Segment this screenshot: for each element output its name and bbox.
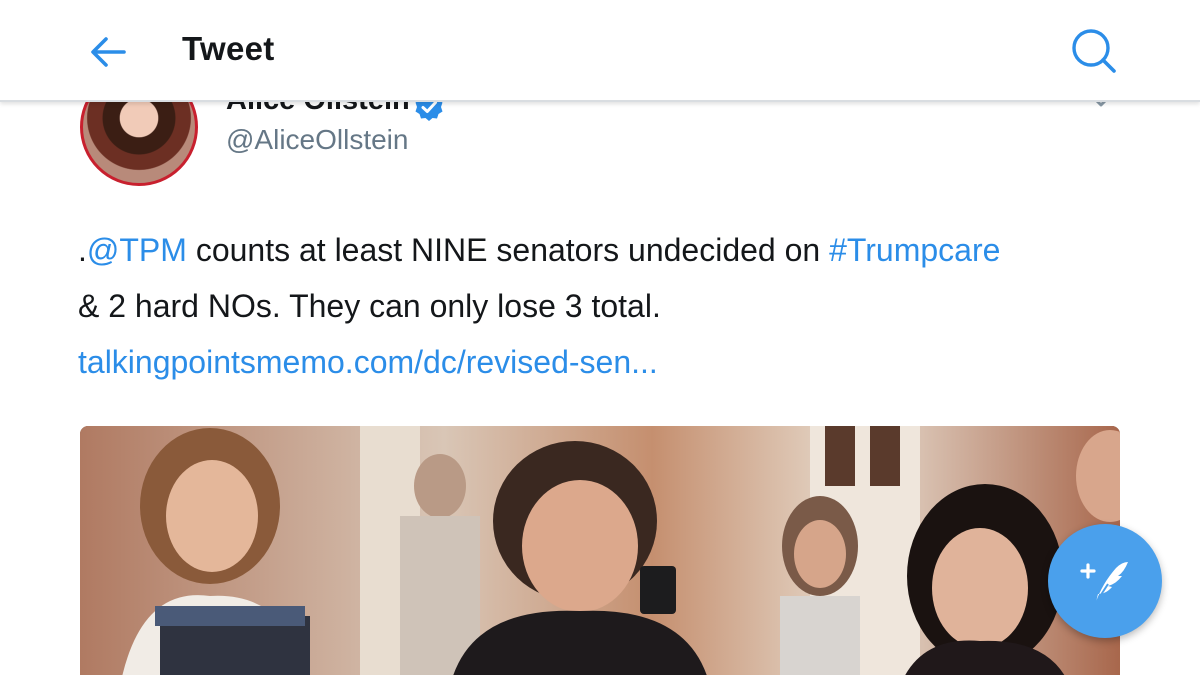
author-handle[interactable]: @AliceOllstein — [226, 124, 408, 156]
compose-tweet-button[interactable] — [1048, 524, 1162, 638]
search-icon — [1072, 29, 1116, 73]
tweet-text: .@TPM counts at least NINE senators unde… — [78, 222, 1138, 390]
back-button[interactable] — [84, 28, 132, 76]
top-nav-bar: Tweet — [0, 0, 1200, 102]
hashtag-link[interactable]: #Trumpcare — [829, 232, 1000, 268]
tweet-text-middle: counts at least NINE senators undecided … — [186, 232, 830, 268]
url-link[interactable]: talkingpointsmemo.com/dc/revised-sen... — [78, 344, 658, 380]
compose-tweet-icon — [1080, 562, 1128, 605]
tweet-text-prefix: . — [78, 232, 87, 268]
page-title: Tweet — [182, 30, 275, 67]
tweet-detail-screen: Tweet Alice Ollstein @AliceOllstein .@TP… — [0, 0, 1200, 675]
tweet-text-line2: & 2 hard NOs. They can only lose 3 total… — [78, 288, 661, 324]
search-button[interactable] — [1068, 26, 1120, 78]
photo-image — [80, 426, 1120, 675]
arrow-left-icon — [91, 37, 126, 67]
mention-link[interactable]: @TPM — [87, 232, 187, 268]
tweet-media-photo[interactable] — [80, 426, 1120, 675]
